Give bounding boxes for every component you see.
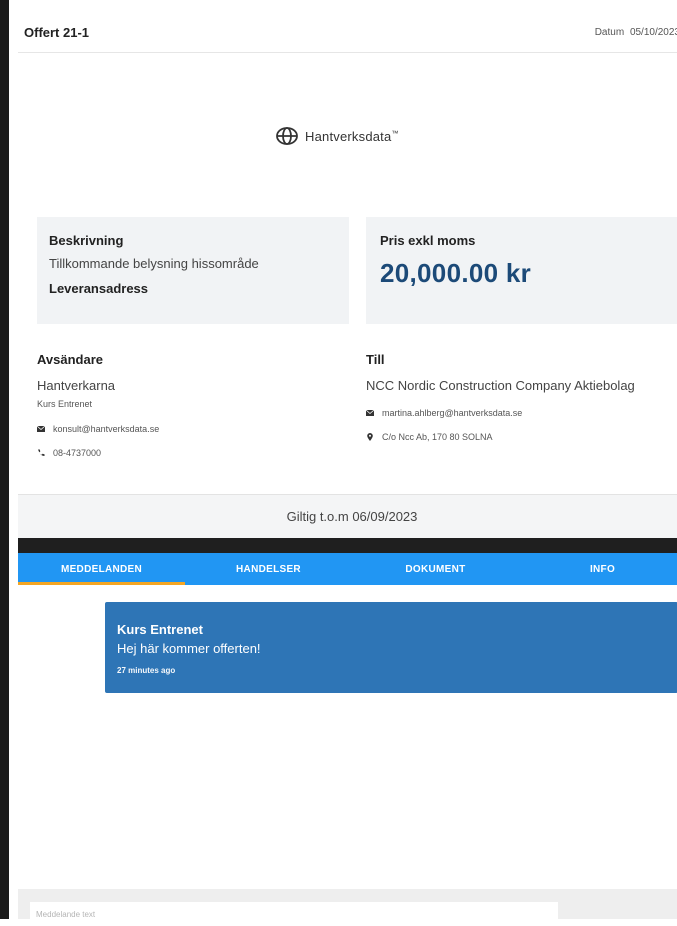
message-input[interactable] — [30, 902, 558, 926]
price-card: Pris exkl moms 20,000.00 kr — [366, 217, 677, 324]
sender-block: Avsändare Hantverkarna Kurs Entrenet kon… — [37, 352, 337, 458]
quote-date: Datum 05/10/2023 — [592, 27, 677, 38]
receiver-block: Till NCC Nordic Construction Company Akt… — [366, 352, 677, 442]
header-bar: Offert 21-1 Datum 05/10/2023 — [18, 13, 677, 53]
tab-info[interactable]: INFO — [519, 553, 677, 585]
sender-phone-row: 08-4737000 — [37, 448, 337, 458]
section-divider — [18, 538, 677, 553]
tab-bar: MEDDELANDEN HANDELSER DOKUMENT INFO — [18, 553, 677, 585]
tab-dokument[interactable]: DOKUMENT — [352, 553, 519, 585]
hantverksdata-logo-icon — [276, 127, 298, 145]
sender-phone[interactable]: 08-4737000 — [53, 448, 101, 458]
quote-title: Offert 21-1 — [24, 25, 90, 40]
tab-handelser[interactable]: HANDELSER — [185, 553, 352, 585]
validity-text: Giltig t.o.m 06/09/2023 — [286, 509, 418, 524]
envelope-icon — [366, 409, 374, 416]
message-bubble: Kurs Entrenet Hej här kommer offerten! 2… — [105, 602, 677, 693]
tab-meddelanden[interactable]: MEDDELANDEN — [18, 553, 185, 585]
envelope-icon — [37, 425, 45, 432]
company-logo: Hantverksdata™ — [275, 124, 399, 148]
validity-bar: Giltig t.o.m 06/09/2023 — [18, 494, 677, 538]
description-label: Beskrivning — [49, 233, 124, 248]
app-frame: Offert 21-1 Datum 05/10/2023 Hantverksda… — [0, 0, 677, 926]
message-author: Kurs Entrenet — [117, 622, 203, 637]
sender-contact: Kurs Entrenet — [37, 399, 93, 409]
receiver-email-row: martina.ahlberg@hantverksdata.se — [366, 408, 677, 418]
sender-company: Hantverkarna — [37, 378, 116, 393]
phone-icon — [38, 449, 45, 457]
message-composer — [18, 889, 677, 926]
logo-name: Hantverksdata — [305, 128, 392, 144]
logo-text: Hantverksdata™ — [305, 129, 399, 144]
receiver-email[interactable]: martina.ahlberg@hantverksdata.se — [382, 408, 522, 418]
map-pin-icon — [367, 433, 373, 441]
sender-email-row: konsult@hantverksdata.se — [37, 424, 337, 434]
sender-heading: Avsändare — [37, 352, 103, 367]
message-timestamp: 27 minutes ago — [117, 666, 176, 675]
price-value: 20,000.00 kr — [380, 258, 532, 288]
message-text: Hej här kommer offerten! — [117, 641, 261, 656]
date-value: 05/10/2023 — [629, 27, 677, 38]
price-label: Pris exkl moms — [380, 233, 476, 248]
sender-email[interactable]: konsult@hantverksdata.se — [53, 424, 159, 434]
receiver-address: C/o Ncc Ab, 170 80 SOLNA — [382, 432, 493, 442]
description-value: Tillkommande belysning hissområde — [49, 256, 259, 271]
date-label: Datum — [594, 27, 625, 38]
logo-trademark: ™ — [391, 130, 399, 138]
receiver-heading: Till — [366, 352, 385, 367]
receiver-address-row: C/o Ncc Ab, 170 80 SOLNA — [366, 432, 677, 442]
description-card: Beskrivning Tillkommande belysning hisso… — [37, 217, 349, 324]
delivery-address-label: Leveransadress — [49, 281, 149, 296]
receiver-company: NCC Nordic Construction Company Aktiebol… — [366, 378, 635, 393]
